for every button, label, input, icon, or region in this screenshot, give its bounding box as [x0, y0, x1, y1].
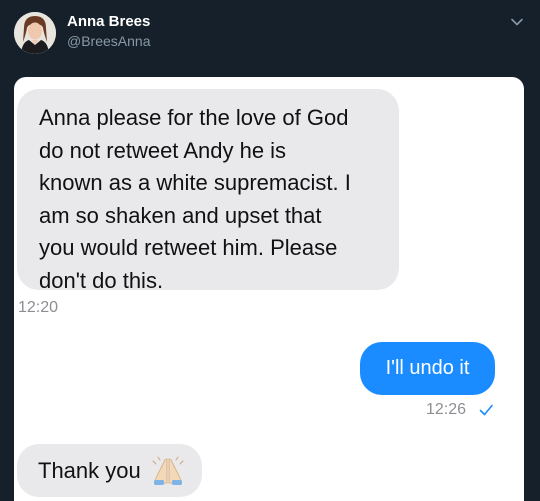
avatar[interactable] — [14, 12, 56, 54]
message-timestamp: 12:20 — [18, 299, 59, 316]
message-timestamp: 12:26 — [426, 401, 467, 418]
incoming-message-bubble: Anna please for the love of God do not r… — [17, 89, 399, 293]
tweet-view: Anna Brees @BreesAnna Anna please for th… — [0, 0, 540, 501]
attached-screenshot[interactable]: Anna please for the love of God do not r… — [14, 77, 524, 501]
avatar-image — [14, 12, 56, 54]
folded-hands-icon — [151, 456, 185, 486]
chevron-down-icon[interactable] — [508, 13, 526, 31]
message-text: Anna please for the love of God do not r… — [39, 105, 351, 293]
message-text: I'll undo it — [385, 357, 470, 379]
display-name[interactable]: Anna Brees — [67, 13, 150, 31]
user-handle[interactable]: @BreesAnna — [67, 32, 150, 50]
checkmark-icon — [478, 402, 494, 418]
incoming-message-bubble: Thank you — [17, 444, 202, 497]
outgoing-message-bubble: I'll undo it — [360, 342, 495, 395]
message-text: Thank you — [38, 458, 141, 483]
